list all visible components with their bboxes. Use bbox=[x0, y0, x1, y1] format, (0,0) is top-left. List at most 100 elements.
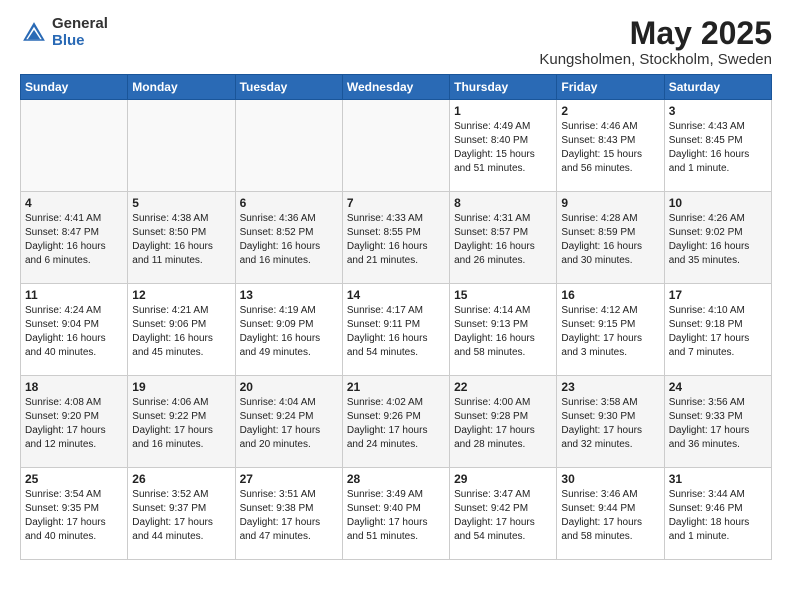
day-number: 31 bbox=[669, 472, 767, 486]
day-info: Sunrise: 4:24 AMSunset: 9:04 PMDaylight:… bbox=[25, 304, 123, 360]
day-number: 29 bbox=[454, 472, 552, 486]
day-info: Sunrise: 4:19 AMSunset: 9:09 PMDaylight:… bbox=[240, 304, 338, 360]
day-number: 15 bbox=[454, 288, 552, 302]
day-info: Sunrise: 4:10 AMSunset: 9:18 PMDaylight:… bbox=[669, 304, 767, 360]
calendar-cell: 4 Sunrise: 4:41 AMSunset: 8:47 PMDaylight… bbox=[21, 192, 128, 284]
calendar-cell bbox=[342, 100, 449, 192]
week-row-2: 11 Sunrise: 4:24 AMSunset: 9:04 PMDayligh… bbox=[21, 284, 772, 376]
calendar-cell: 10 Sunrise: 4:26 AMSunset: 9:02 PMDayligh… bbox=[664, 192, 771, 284]
day-number: 17 bbox=[669, 288, 767, 302]
day-header-wednesday: Wednesday bbox=[342, 75, 449, 100]
calendar-cell: 23 Sunrise: 3:58 AMSunset: 9:30 PMDayligh… bbox=[557, 376, 664, 468]
calendar-cell: 24 Sunrise: 3:56 AMSunset: 9:33 PMDayligh… bbox=[664, 376, 771, 468]
day-number: 3 bbox=[669, 104, 767, 118]
day-number: 8 bbox=[454, 196, 552, 210]
calendar-cell: 26Sunrise: 3:52 AMSunset: 9:37 PMDayligh… bbox=[128, 468, 235, 560]
calendar-cell bbox=[235, 100, 342, 192]
day-header-tuesday: Tuesday bbox=[235, 75, 342, 100]
day-info: Sunrise: 4:31 AMSunset: 8:57 PMDaylight:… bbox=[454, 212, 552, 268]
day-info: Sunrise: 3:51 AMSunset: 9:38 PMDaylight:… bbox=[240, 488, 338, 544]
day-header-saturday: Saturday bbox=[664, 75, 771, 100]
calendar-cell: 13Sunrise: 4:19 AMSunset: 9:09 PMDayligh… bbox=[235, 284, 342, 376]
day-number: 20 bbox=[240, 380, 338, 394]
day-info: Sunrise: 4:12 AMSunset: 9:15 PMDaylight:… bbox=[561, 304, 659, 360]
calendar-cell: 7Sunrise: 4:33 AMSunset: 8:55 PMDaylight… bbox=[342, 192, 449, 284]
calendar-cell: 2 Sunrise: 4:46 AMSunset: 8:43 PMDaylight… bbox=[557, 100, 664, 192]
day-info: Sunrise: 4:38 AMSunset: 8:50 PMDaylight:… bbox=[132, 212, 230, 268]
day-info: Sunrise: 4:00 AMSunset: 9:28 PMDaylight:… bbox=[454, 396, 552, 452]
calendar-cell: 12 Sunrise: 4:21 AMSunset: 9:06 PMDayligh… bbox=[128, 284, 235, 376]
day-info: Sunrise: 3:44 AMSunset: 9:46 PMDaylight:… bbox=[669, 488, 767, 544]
day-info: Sunrise: 4:14 AMSunset: 9:13 PMDaylight:… bbox=[454, 304, 552, 360]
calendar-cell: 25 Sunrise: 3:54 AMSunset: 9:35 PMDayligh… bbox=[21, 468, 128, 560]
calendar-cell: 16 Sunrise: 4:12 AMSunset: 9:15 PMDayligh… bbox=[557, 284, 664, 376]
day-info: Sunrise: 4:43 AMSunset: 8:45 PMDaylight:… bbox=[669, 120, 767, 176]
calendar-cell: 3 Sunrise: 4:43 AMSunset: 8:45 PMDaylight… bbox=[664, 100, 771, 192]
day-number: 27 bbox=[240, 472, 338, 486]
header: General Blue May 2025 Kungsholmen, Stock… bbox=[20, 16, 772, 68]
logo-general-text: General bbox=[52, 16, 108, 33]
page: General Blue May 2025 Kungsholmen, Stock… bbox=[0, 0, 792, 570]
day-number: 16 bbox=[561, 288, 659, 302]
day-number: 5 bbox=[132, 196, 230, 210]
day-info: Sunrise: 4:28 AMSunset: 8:59 PMDaylight:… bbox=[561, 212, 659, 268]
calendar-cell: 8 Sunrise: 4:31 AMSunset: 8:57 PMDaylight… bbox=[450, 192, 557, 284]
calendar-cell: 20Sunrise: 4:04 AMSunset: 9:24 PMDayligh… bbox=[235, 376, 342, 468]
calendar-cell: 17 Sunrise: 4:10 AMSunset: 9:18 PMDayligh… bbox=[664, 284, 771, 376]
day-info: Sunrise: 3:52 AMSunset: 9:37 PMDaylight:… bbox=[132, 488, 230, 544]
calendar-table: SundayMondayTuesdayWednesdayThursdayFrid… bbox=[20, 74, 772, 560]
day-number: 23 bbox=[561, 380, 659, 394]
week-row-4: 25 Sunrise: 3:54 AMSunset: 9:35 PMDayligh… bbox=[21, 468, 772, 560]
day-number: 9 bbox=[561, 196, 659, 210]
calendar-cell: 30Sunrise: 3:46 AMSunset: 9:44 PMDayligh… bbox=[557, 468, 664, 560]
day-number: 25 bbox=[25, 472, 123, 486]
week-row-0: 1Sunrise: 4:49 AMSunset: 8:40 PMDaylight… bbox=[21, 100, 772, 192]
day-number: 11 bbox=[25, 288, 123, 302]
calendar-cell: 1Sunrise: 4:49 AMSunset: 8:40 PMDaylight… bbox=[450, 100, 557, 192]
day-info: Sunrise: 3:47 AMSunset: 9:42 PMDaylight:… bbox=[454, 488, 552, 544]
day-number: 10 bbox=[669, 196, 767, 210]
calendar-cell: 11 Sunrise: 4:24 AMSunset: 9:04 PMDayligh… bbox=[21, 284, 128, 376]
day-header-friday: Friday bbox=[557, 75, 664, 100]
day-header-thursday: Thursday bbox=[450, 75, 557, 100]
day-number: 7 bbox=[347, 196, 445, 210]
day-info: Sunrise: 4:36 AMSunset: 8:52 PMDaylight:… bbox=[240, 212, 338, 268]
calendar-cell: 28Sunrise: 3:49 AMSunset: 9:40 PMDayligh… bbox=[342, 468, 449, 560]
day-header-sunday: Sunday bbox=[21, 75, 128, 100]
day-info: Sunrise: 4:17 AMSunset: 9:11 PMDaylight:… bbox=[347, 304, 445, 360]
calendar-cell: 27 Sunrise: 3:51 AMSunset: 9:38 PMDayligh… bbox=[235, 468, 342, 560]
day-number: 24 bbox=[669, 380, 767, 394]
day-info: Sunrise: 3:54 AMSunset: 9:35 PMDaylight:… bbox=[25, 488, 123, 544]
day-info: Sunrise: 4:46 AMSunset: 8:43 PMDaylight:… bbox=[561, 120, 659, 176]
day-number: 12 bbox=[132, 288, 230, 302]
location-title: Kungsholmen, Stockholm, Sweden bbox=[539, 51, 772, 68]
day-number: 21 bbox=[347, 380, 445, 394]
day-info: Sunrise: 3:56 AMSunset: 9:33 PMDaylight:… bbox=[669, 396, 767, 452]
day-number: 2 bbox=[561, 104, 659, 118]
day-info: Sunrise: 3:46 AMSunset: 9:44 PMDaylight:… bbox=[561, 488, 659, 544]
day-number: 1 bbox=[454, 104, 552, 118]
calendar-cell: 18Sunrise: 4:08 AMSunset: 9:20 PMDayligh… bbox=[21, 376, 128, 468]
header-row: SundayMondayTuesdayWednesdayThursdayFrid… bbox=[21, 75, 772, 100]
logo-blue-text: Blue bbox=[52, 33, 108, 50]
week-row-3: 18Sunrise: 4:08 AMSunset: 9:20 PMDayligh… bbox=[21, 376, 772, 468]
calendar-cell bbox=[21, 100, 128, 192]
day-info: Sunrise: 4:21 AMSunset: 9:06 PMDaylight:… bbox=[132, 304, 230, 360]
day-number: 18 bbox=[25, 380, 123, 394]
day-number: 22 bbox=[454, 380, 552, 394]
day-number: 14 bbox=[347, 288, 445, 302]
day-info: Sunrise: 4:26 AMSunset: 9:02 PMDaylight:… bbox=[669, 212, 767, 268]
day-info: Sunrise: 3:58 AMSunset: 9:30 PMDaylight:… bbox=[561, 396, 659, 452]
logo-icon bbox=[20, 19, 48, 47]
logo: General Blue bbox=[20, 16, 108, 49]
calendar-cell bbox=[128, 100, 235, 192]
day-number: 4 bbox=[25, 196, 123, 210]
calendar-cell: 15 Sunrise: 4:14 AMSunset: 9:13 PMDayligh… bbox=[450, 284, 557, 376]
calendar-cell: 9 Sunrise: 4:28 AMSunset: 8:59 PMDaylight… bbox=[557, 192, 664, 284]
day-number: 28 bbox=[347, 472, 445, 486]
day-info: Sunrise: 4:06 AMSunset: 9:22 PMDaylight:… bbox=[132, 396, 230, 452]
day-info: Sunrise: 4:41 AMSunset: 8:47 PMDaylight:… bbox=[25, 212, 123, 268]
calendar-cell: 29 Sunrise: 3:47 AMSunset: 9:42 PMDayligh… bbox=[450, 468, 557, 560]
calendar-cell: 19Sunrise: 4:06 AMSunset: 9:22 PMDayligh… bbox=[128, 376, 235, 468]
calendar-cell: 31 Sunrise: 3:44 AMSunset: 9:46 PMDayligh… bbox=[664, 468, 771, 560]
